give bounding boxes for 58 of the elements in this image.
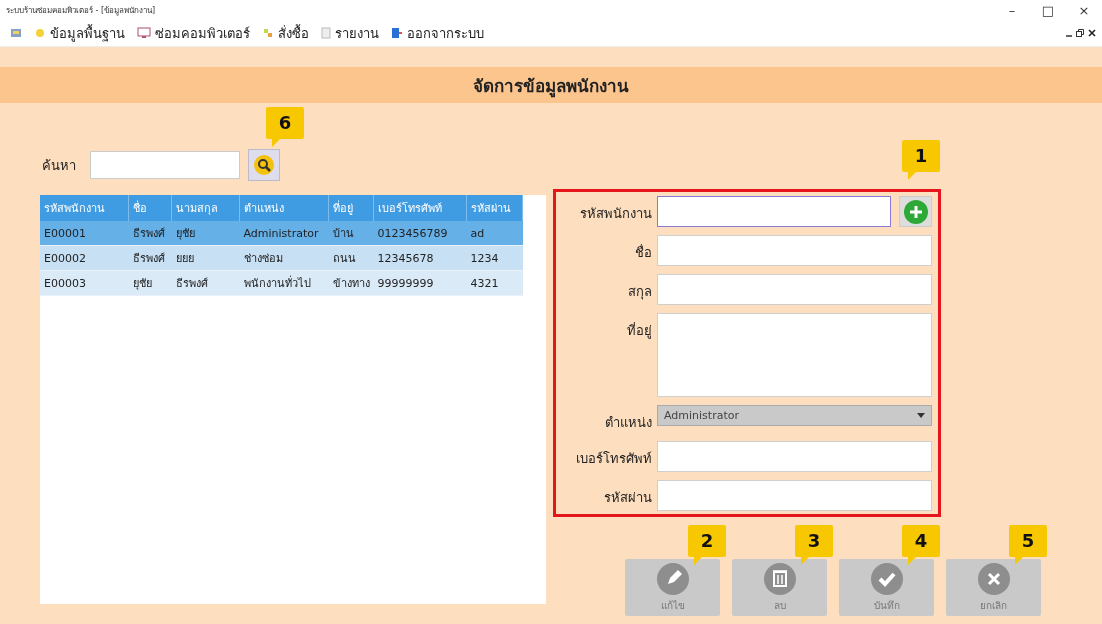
minimize-button[interactable]: – (994, 2, 1030, 18)
input-field[interactable] (657, 196, 891, 227)
table-cell: พนักงานทั่วไป (239, 270, 329, 296)
address-field[interactable] (657, 313, 932, 397)
menu-label: ข้อมูลพื้นฐาน (50, 23, 125, 44)
table-row[interactable]: E00002 ธีรพงศ์ ยยย ช่างซ่อม ถนน 12345678 1234 (40, 245, 523, 271)
search-button[interactable] (248, 149, 280, 181)
page-heading: จัดการข้อมูลพนักงาน (473, 74, 629, 99)
window-title: ระบบร้านซ่อมคอมพิวเตอร์ - [ข้อมูลพนักงาน] (6, 4, 157, 17)
app-icon (10, 27, 22, 39)
table-cell: ยุชัย (171, 221, 240, 246)
monitor-icon (137, 27, 151, 39)
table-cell: Administrator (239, 221, 329, 246)
search-icon (253, 154, 275, 176)
table-cell: บ้าน (328, 221, 374, 246)
table-cell: 99999999 (373, 270, 467, 296)
menu-item[interactable]: ออกจากระบบ (391, 22, 484, 44)
input-field[interactable] (657, 441, 932, 472)
document-icon (321, 27, 331, 39)
menu-label: ซ่อมคอมพิวเตอร์ (155, 24, 250, 43)
table-cell: 12345678 (373, 245, 467, 271)
door-icon (391, 27, 403, 39)
input-field[interactable] (657, 480, 932, 511)
table-cell: 0123456789 (373, 221, 467, 246)
field-label: ตำแหน่ง (604, 414, 652, 432)
plus-icon (903, 199, 928, 224)
field-label: ที่อยู่ (626, 321, 652, 341)
maximize-button[interactable]: □ (1030, 2, 1066, 18)
position-dropdown[interactable]: Administrator (657, 405, 932, 426)
table-cell: E00001 (40, 221, 129, 246)
field-label: รหัสผ่าน (603, 489, 652, 507)
menu-item[interactable]: ข้อมูลพื้นฐาน (34, 22, 125, 44)
close-button[interactable]: × (1066, 2, 1102, 18)
restore-icon[interactable] (1076, 29, 1084, 37)
field-label: ชื่อ (634, 243, 652, 262)
table-cell: E00002 (40, 245, 129, 271)
menu-label: รายงาน (335, 24, 379, 43)
table-cell: ธีรพงศ์ (128, 221, 172, 246)
field-label: เบอร์โทรศัพท์ (575, 450, 652, 468)
table-cell: ad (466, 221, 523, 246)
menu-item[interactable]: รายงาน (321, 22, 379, 44)
menu-label: ออกจากระบบ (407, 24, 484, 43)
table-cell: ช่างซ่อม (239, 245, 329, 271)
input-field[interactable] (657, 235, 932, 266)
close-icon[interactable] (1088, 29, 1096, 37)
table-row[interactable]: E00003 ยุชัย ธีรพงศ์ พนักงานทั่วไป ข้างทาง 99999999 4321 (40, 270, 523, 296)
field-label: รหัสพนักงาน (579, 205, 652, 223)
caret-icon (917, 413, 925, 418)
search-field[interactable] (90, 151, 240, 179)
menu-label: สั่งซื้อ (278, 23, 309, 43)
table-row[interactable]: E00001 ธีรพงศ์ ยุชัย Administrator บ้าน 0123456789 ad (40, 221, 523, 246)
field-label: สกุล (627, 283, 652, 302)
input-field[interactable] (657, 274, 932, 305)
search-label: ค้นหา (42, 156, 76, 175)
add-button[interactable] (899, 196, 932, 227)
table-cell: E00003 (40, 270, 129, 296)
menu-item[interactable]: สั่งซื้อ (262, 22, 309, 44)
menu-item[interactable]: ซ่อมคอมพิวเตอร์ (137, 22, 250, 44)
